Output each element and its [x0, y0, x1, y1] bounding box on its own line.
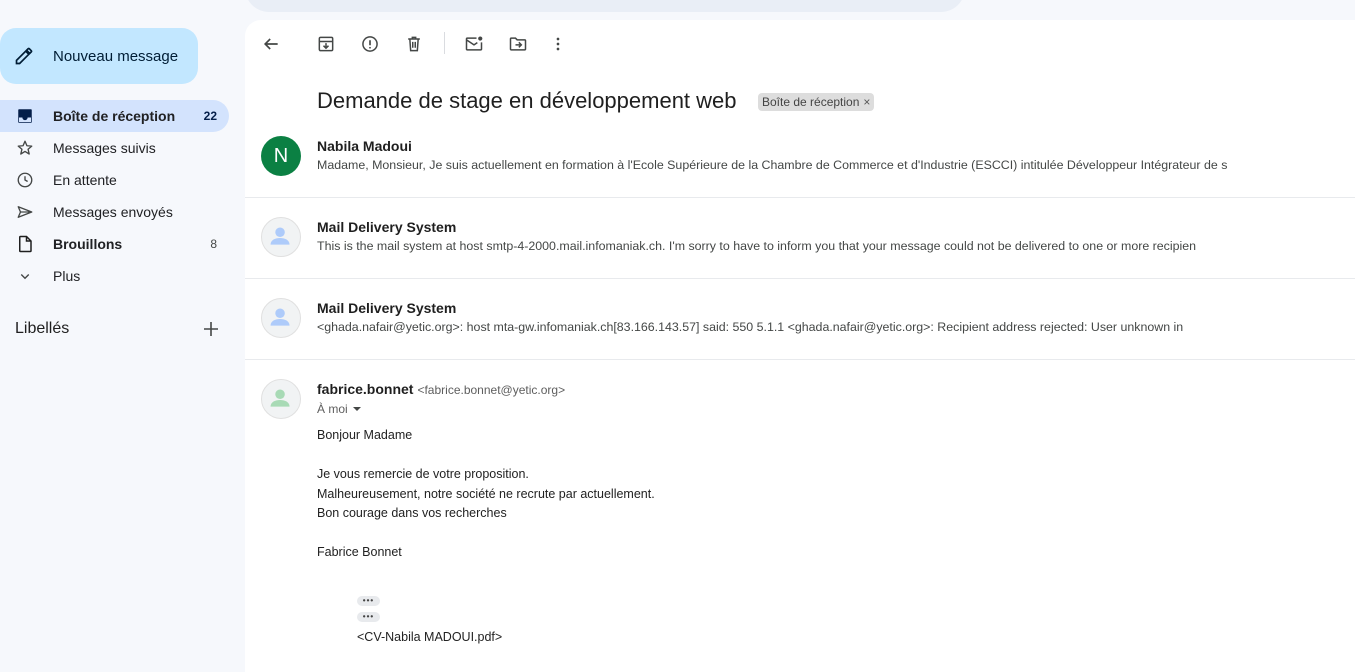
report-spam-icon[interactable] — [360, 34, 380, 54]
nav-item-starred[interactable]: Messages suivis — [0, 132, 229, 164]
message-collapsed[interactable]: N Nabila Madoui Madame, Monsieur, Je sui… — [245, 117, 1355, 198]
sender-name: Mail Delivery System — [317, 300, 457, 316]
nav-item-label: Brouillons — [53, 236, 123, 252]
message-snippet: <ghada.nafair@yetic.org>: host mta-gw.in… — [317, 320, 1184, 334]
toolbar — [245, 20, 1355, 68]
remove-label-icon[interactable]: × — [863, 95, 870, 109]
message-snippet: This is the mail system at host smtp-4-2… — [317, 239, 1197, 253]
pencil-icon — [15, 47, 33, 65]
star-icon — [17, 140, 33, 155]
recipients-label: À moi — [317, 402, 348, 416]
plus-icon[interactable] — [203, 321, 219, 337]
sender-name: Nabila Madoui — [317, 138, 412, 154]
thread-subject: Demande de stage en développement web — [317, 88, 737, 113]
nav-item-label: Messages suivis — [53, 140, 156, 156]
chevron-down-icon — [20, 274, 30, 280]
body-line: Bonjour Madame — [317, 428, 413, 442]
nav-item-label: Plus — [53, 268, 81, 284]
avatar — [261, 217, 301, 257]
avatar — [261, 379, 301, 419]
caret-down-icon — [352, 407, 361, 411]
compose-label: Nouveau message — [53, 48, 179, 65]
message-open: fabrice.bonnet <fabrice.bonnet@yetic.org>… — [245, 360, 1355, 672]
labels-header: Libellés — [15, 320, 225, 340]
nav-item-label: En attente — [53, 172, 117, 188]
nav-item-more[interactable]: Plus — [0, 260, 229, 292]
body-line: Fabrice Bonnet — [317, 545, 402, 559]
message-collapsed[interactable]: Mail Delivery System This is the mail sy… — [245, 198, 1355, 279]
avatar: N — [261, 136, 301, 176]
avatar — [261, 298, 301, 338]
body-line: Malheureusement, notre société ne recrut… — [317, 486, 655, 501]
message-body: Bonjour Madame Je vous remercie de votre… — [317, 426, 655, 563]
nav-item-label: Messages envoyés — [53, 204, 173, 220]
inbox-count: 22 — [203, 109, 217, 123]
drafts-count: 8 — [210, 237, 217, 251]
nav-item-snoozed[interactable]: En attente — [0, 164, 229, 196]
search-bar-fragment[interactable] — [245, 0, 965, 12]
nav-item-inbox[interactable]: Boîte de réception 22 — [0, 100, 229, 132]
nav-list: Boîte de réception 22 Messages suivis En… — [0, 100, 229, 292]
message-snippet: Madame, Monsieur, Je suis actuellement e… — [317, 158, 1228, 172]
nav-item-drafts[interactable]: Brouillons 8 — [0, 228, 229, 260]
mark-unread-icon[interactable] — [464, 34, 484, 54]
sender-name: fabrice.bonnet — [317, 381, 414, 397]
sender-name: Mail Delivery System — [317, 219, 457, 235]
main-panel: Demande de stage en développement web Bo… — [245, 20, 1355, 672]
sidebar: Nouveau message Boîte de réception 22 Me… — [0, 0, 245, 672]
label-chip[interactable]: Boîte de réception × — [758, 93, 875, 111]
body-line — [317, 524, 655, 544]
nav-item-label: Boîte de réception — [53, 108, 176, 124]
clock-icon — [17, 172, 33, 188]
move-to-icon[interactable] — [508, 34, 528, 54]
person-icon — [270, 389, 290, 407]
archive-icon[interactable] — [316, 34, 336, 54]
labels-title: Libellés — [15, 320, 70, 337]
sender-line: fabrice.bonnet <fabrice.bonnet@yetic.org> — [317, 381, 565, 397]
attachment-name: <CV-Nabila MADOUI.pdf> — [357, 630, 503, 644]
show-trimmed-content-button[interactable]: ••• — [357, 612, 380, 622]
sender-email: <fabrice.bonnet@yetic.org> — [417, 383, 566, 397]
draft-icon — [19, 235, 32, 253]
send-icon — [17, 206, 33, 218]
body-line: Bon courage dans vos recherches — [317, 506, 507, 520]
body-line — [317, 446, 655, 466]
compose-button[interactable]: Nouveau message — [0, 28, 198, 84]
toolbar-divider — [444, 32, 445, 54]
show-trimmed-content-button[interactable]: ••• — [357, 596, 380, 606]
message-collapsed[interactable]: Mail Delivery System <ghada.nafair@yetic… — [245, 279, 1355, 360]
nav-item-sent[interactable]: Messages envoyés — [0, 196, 229, 228]
more-vert-icon[interactable] — [548, 34, 568, 54]
delete-icon[interactable] — [404, 34, 424, 54]
person-icon — [270, 227, 290, 245]
inbox-icon — [18, 109, 32, 123]
body-line: Je vous remercie de votre proposition. — [317, 467, 529, 481]
person-icon — [270, 308, 290, 326]
recipients-toggle[interactable]: À moi — [317, 402, 362, 416]
label-chip-text: Boîte de réception — [762, 95, 860, 109]
back-arrow-icon[interactable] — [261, 34, 281, 54]
